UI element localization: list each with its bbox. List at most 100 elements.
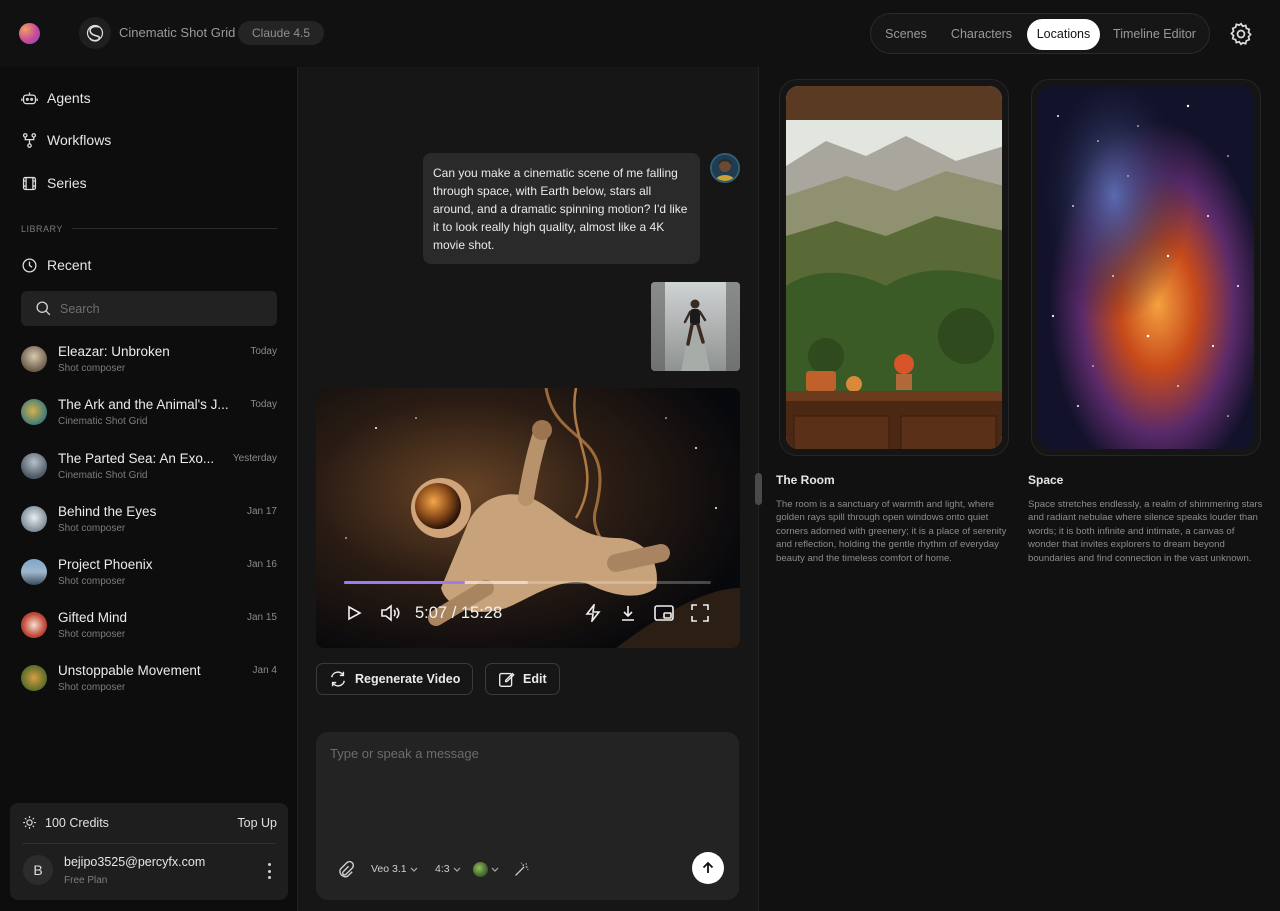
fullscreen-icon[interactable] [689,602,711,624]
project-date: Jan 16 [246,559,277,570]
location-description: The room is a sanctuary of warmth and li… [776,499,1007,564]
location-title: The Room [776,473,835,487]
chevron-down-icon [410,867,418,872]
tab-characters[interactable]: Characters [941,19,1022,50]
video-time: 5:07 / 15:28 [415,604,503,622]
film-icon [22,176,37,190]
project-item[interactable]: Project Phoenix Shot composer Jan 16 [21,557,277,599]
tab-scenes[interactable]: Scenes [878,19,934,50]
project-title: Unstoppable Movement [58,663,201,678]
location-title: Space [1028,473,1064,487]
aspect-ratio-value: 4:3 [435,863,450,875]
credits-label: 100 Credits [45,815,109,830]
project-date: Today [250,399,277,410]
location-description: Space stretches endlessly, a realm of sh… [1028,499,1263,564]
arrow-up-icon [702,861,714,873]
project-item[interactable]: Gifted Mind Shot composer Jan 15 [21,610,277,652]
project-thumbnail [21,612,47,638]
library-divider [72,228,277,229]
sidebar-item-label: Series [47,175,87,191]
project-title: Gifted Mind [58,610,128,625]
user-message-bubble: Can you make a cinematic scene of me fal… [423,153,700,264]
top-bar: Cinematic Shot Grid Claude 4.5 Scenes Ch… [0,0,1280,67]
project-title: Eleazar: Unbroken [58,344,170,359]
project-thumbnail [21,559,47,585]
library-heading: LIBRARY [21,224,63,234]
style-selector[interactable] [473,861,499,877]
refresh-icon [330,671,346,687]
model-selector-value: Veo 3.1 [371,863,407,875]
project-thumbnail [21,506,47,532]
project-title: The Parted Sea: An Exo... [58,451,215,466]
project-thumbnail [21,399,47,425]
sidebar: Agents Workflows Series LIBRARY Recent E… [0,67,298,911]
download-icon[interactable] [617,602,639,624]
brand-name[interactable]: Cinematic Shot Grid [119,25,235,40]
project-date: Jan 15 [246,612,277,623]
more-vertical-icon[interactable] [262,863,276,879]
edit-icon [499,672,515,687]
location-card-space[interactable] [1031,79,1261,456]
location-card-room[interactable] [779,79,1009,456]
panel-resize-handle[interactable] [755,473,762,505]
reference-image[interactable] [651,282,740,371]
account-card: 100 Credits Top Up B bejipo3525@percyfx.… [10,803,288,900]
project-date: Yesterday [232,453,277,464]
project-thumbnail [21,346,47,372]
video-progress-bar[interactable] [344,581,711,584]
top-up-button[interactable]: Top Up [237,816,277,830]
tab-timeline-editor[interactable]: Timeline Editor [1107,19,1202,50]
aspect-ratio-selector[interactable]: 4:3 [435,861,461,877]
project-item[interactable]: Behind the Eyes Shot composer Jan 17 [21,504,277,546]
project-title: Behind the Eyes [58,504,157,519]
project-item[interactable]: The Parted Sea: An Exo... Cinematic Shot… [21,451,277,493]
project-subtitle: Cinematic Shot Grid [58,416,148,427]
message-composer: Veo 3.1 4:3 [316,732,739,900]
model-selector[interactable]: Veo 3.1 [371,861,418,877]
send-button[interactable] [692,852,724,884]
project-subtitle: Shot composer [58,363,126,374]
volume-icon[interactable] [379,602,401,624]
sidebar-item-series[interactable]: Series [21,171,87,195]
project-title: Project Phoenix [58,557,153,572]
app-logo[interactable] [19,23,40,44]
message-input[interactable] [330,746,725,806]
account-email: bejipo3525@percyfx.com [64,855,206,869]
project-item[interactable]: Eleazar: Unbroken Shot composer Today [21,344,277,386]
video-player[interactable]: 5:07 / 15:28 [316,388,740,648]
locations-panel: The Room The room is a sanctuary of warm… [755,67,1280,911]
edit-label: Edit [523,672,547,686]
user-avatar[interactable] [710,153,740,183]
avatar[interactable]: B [23,855,53,885]
robot-icon [21,92,38,104]
chevron-down-icon [453,867,461,872]
project-item[interactable]: Unstoppable Movement Shot composer Jan 4 [21,663,277,705]
style-avatar-icon [473,861,488,877]
sidebar-item-recent[interactable]: Recent [21,253,91,277]
paperclip-icon[interactable] [336,860,354,878]
sidebar-item-workflows[interactable]: Workflows [21,128,111,152]
edit-button[interactable]: Edit [485,663,560,695]
search-input[interactable] [60,301,260,316]
project-subtitle: Cinematic Shot Grid [58,470,148,481]
settings-gear-icon[interactable] [1228,21,1254,47]
sun-icon [23,816,36,829]
project-date: Jan 17 [246,506,277,517]
project-item[interactable]: The Ark and the Animal's J... Cinematic … [21,397,277,439]
lightning-icon[interactable] [582,602,604,624]
regenerate-video-button[interactable]: Regenerate Video [316,663,474,695]
sidebar-item-label: Workflows [47,132,112,148]
picture-in-picture-icon[interactable] [653,602,675,624]
play-icon[interactable] [343,602,365,624]
sidebar-item-agents[interactable]: Agents [21,86,91,110]
chat-panel: Can you make a cinematic scene of me fal… [299,67,757,911]
magic-wand-icon[interactable] [513,861,530,877]
location-image-space [1038,86,1254,449]
model-badge[interactable]: Claude 4.5 [238,21,325,45]
account-divider [22,843,276,844]
tab-locations[interactable]: Locations [1027,19,1100,50]
project-subtitle: Shot composer [58,576,126,587]
brand-logo-icon [79,17,111,49]
project-thumbnail [21,453,47,479]
sidebar-item-label: Recent [47,257,92,273]
